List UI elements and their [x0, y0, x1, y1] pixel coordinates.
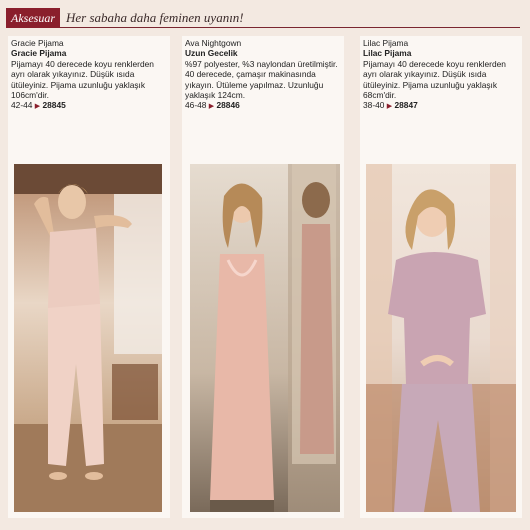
arrow-icon: ▶ — [208, 103, 215, 111]
product-name-tr: Uzun Gecelik — [185, 48, 238, 59]
section-tag: Aksesuar — [6, 8, 60, 28]
product-description: %97 polyester, %3 naylondan üretilmiştir… — [185, 58, 338, 101]
product-code: 28846 — [216, 100, 240, 111]
product-code: 28845 — [42, 100, 66, 111]
product-name-en: Ava Nightgown — [185, 38, 242, 48]
product-photo-ava — [190, 164, 340, 512]
product-sizes: 46-48 — [185, 100, 207, 111]
product-sizes: 38-40 — [363, 100, 385, 111]
page-header: Aksesuar Her sabaha daha feminen uyanın! — [0, 0, 530, 30]
model-photo-illustration — [14, 164, 162, 512]
arrow-icon: ▶ — [386, 103, 393, 111]
product-description: Pijamayı 40 derecede koyu renklerden ayr… — [11, 58, 154, 101]
product-name-tr: Gracie Pijama — [11, 48, 67, 59]
model-photo-illustration — [210, 164, 340, 512]
product-name-tr: Lilac Pijama — [363, 48, 412, 59]
product-photo-gracie — [14, 164, 162, 512]
product-text: Gracie Pijama Gracie Pijama Pijamayı 40 … — [11, 38, 167, 113]
model-photo-illustration — [366, 164, 516, 512]
product-sizes: 42-44 — [11, 100, 33, 111]
product-text: Lilac Pijama Lilac Pijama Pijamayı 40 de… — [363, 38, 519, 113]
arrow-icon: ▶ — [34, 103, 41, 111]
product-description: Pijamayı 40 derecede koyu renklerden ayr… — [363, 58, 506, 101]
product-code: 28847 — [394, 100, 418, 111]
product-name-en: Lilac Pijama — [363, 38, 409, 48]
header-divider — [60, 27, 520, 28]
product-name-en: Gracie Pijama — [11, 38, 64, 48]
product-photo-lilac — [366, 164, 516, 512]
product-text: Ava Nightgown Uzun Gecelik %97 polyester… — [185, 38, 341, 113]
tagline: Her sabaha daha feminen uyanın! — [66, 10, 244, 25]
